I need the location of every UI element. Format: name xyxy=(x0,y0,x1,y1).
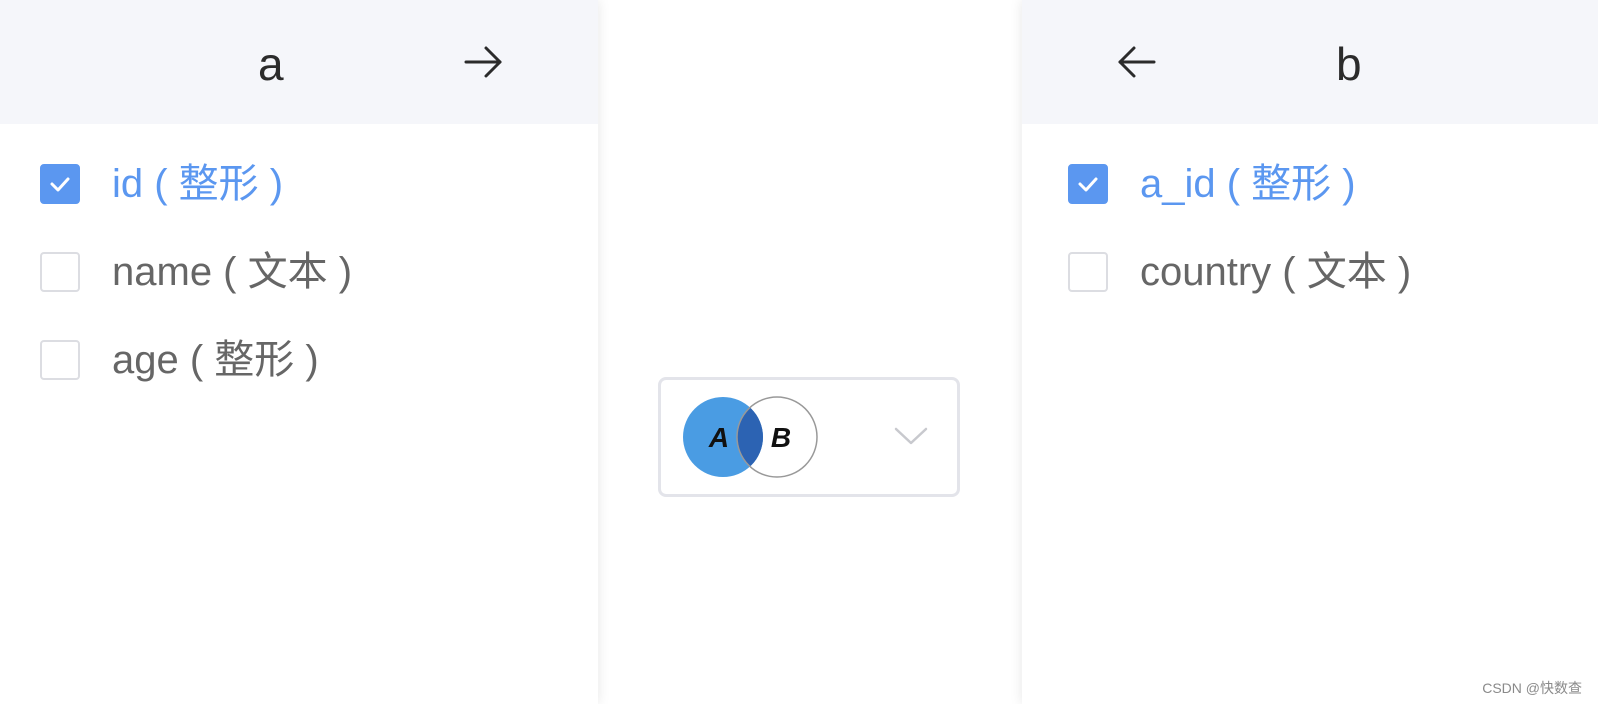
arrow-right-icon[interactable] xyxy=(462,40,506,84)
field-label: a_id ( 整形 ) xyxy=(1140,162,1356,206)
field-label: age ( 整形 ) xyxy=(112,338,319,382)
field-checkbox[interactable] xyxy=(40,252,80,292)
venn-label-a: A xyxy=(708,422,729,453)
right-table-panel: b a_id ( 整形 ) country ( 文本 ) xyxy=(1022,0,1598,704)
arrow-left-icon[interactable] xyxy=(1114,40,1158,84)
field-checkbox[interactable] xyxy=(1068,164,1108,204)
field-checkbox[interactable] xyxy=(1068,252,1108,292)
check-icon xyxy=(50,177,70,192)
right-field-list: a_id ( 整形 ) country ( 文本 ) xyxy=(1068,162,1411,338)
field-checkbox[interactable] xyxy=(40,164,80,204)
left-table-panel: a id ( 整形 ) name ( 文本 ) age ( 整形 ) xyxy=(0,0,598,704)
left-table-header: a xyxy=(0,0,598,124)
right-table-title: b xyxy=(1336,38,1362,90)
field-item[interactable]: name ( 文本 ) xyxy=(40,250,352,294)
field-item[interactable]: age ( 整形 ) xyxy=(40,338,352,382)
venn-label-b: B xyxy=(771,422,791,453)
venn-diagram-icon: A B xyxy=(683,396,818,478)
field-item[interactable]: country ( 文本 ) xyxy=(1068,250,1411,294)
field-label: name ( 文本 ) xyxy=(112,250,353,294)
left-field-list: id ( 整形 ) name ( 文本 ) age ( 整形 ) xyxy=(40,162,352,426)
field-item[interactable]: id ( 整形 ) xyxy=(40,162,352,206)
left-table-title: a xyxy=(258,38,284,90)
field-label: country ( 文本 ) xyxy=(1140,250,1412,294)
chevron-down-icon[interactable] xyxy=(893,424,929,448)
join-type-select[interactable]: A B xyxy=(658,377,960,497)
right-table-header: b xyxy=(1022,0,1598,124)
watermark: CSDN @快数查 xyxy=(1482,680,1582,696)
field-checkbox[interactable] xyxy=(40,340,80,380)
field-item[interactable]: a_id ( 整形 ) xyxy=(1068,162,1411,206)
check-icon xyxy=(1078,177,1098,192)
field-label: id ( 整形 ) xyxy=(112,162,284,206)
